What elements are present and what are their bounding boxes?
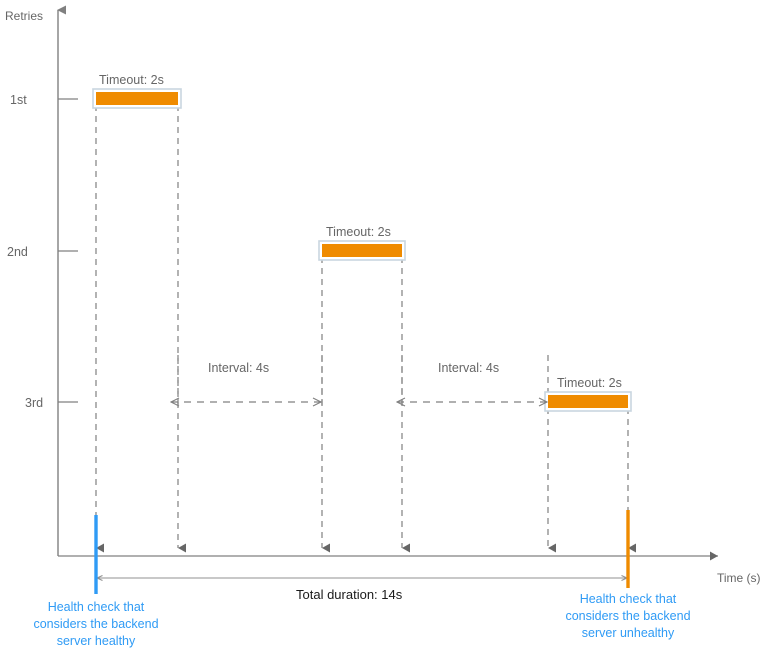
timeout-bar-3-label: Timeout: 2s xyxy=(557,376,622,390)
timeout-bar-3-group[interactable]: Timeout: 2s xyxy=(544,376,632,412)
timeout-bar-2-label: Timeout: 2s xyxy=(326,225,391,239)
y-tick-label-3rd: 3rd xyxy=(25,396,43,410)
timeout-bar-1-label: Timeout: 2s xyxy=(99,73,164,87)
unhealthy-marker-group[interactable]: Health check that considers the backend … xyxy=(565,510,691,640)
drop-lines xyxy=(95,105,636,553)
timeline-svg: Retries Time (s) 1st 2nd 3rd Timeout: 2s xyxy=(5,5,761,648)
healthy-marker-text-line-2: considers the backend xyxy=(33,617,158,631)
healthy-marker-text-line-1: Health check that xyxy=(48,600,145,614)
interval-label-1: Interval: 4s xyxy=(208,361,269,375)
unhealthy-marker-text-line-1: Health check that xyxy=(580,592,677,606)
timeout-bar-2[interactable] xyxy=(322,244,402,257)
timeout-bar-3[interactable] xyxy=(548,395,628,408)
x-axis-label: Time (s) xyxy=(717,571,761,585)
interval-arrow-1-group: Interval: 4s xyxy=(171,361,321,402)
x-axis: Time (s) xyxy=(58,551,761,585)
healthy-marker-group[interactable]: Health check that considers the backend … xyxy=(33,515,159,648)
unhealthy-marker-text-line-2: considers the backend xyxy=(565,609,690,623)
timeout-bar-2-group[interactable]: Timeout: 2s xyxy=(318,225,406,261)
total-duration-label: Total duration: 14s xyxy=(296,587,403,602)
healthy-marker-text-line-3: server healthy xyxy=(57,634,136,648)
y-tick-label-1st: 1st xyxy=(10,93,27,107)
total-duration-group: Total duration: 14s xyxy=(97,578,627,602)
y-axis: Retries xyxy=(5,5,66,556)
y-tick-label-2nd: 2nd xyxy=(7,245,28,259)
timeout-bar-1-group[interactable]: Timeout: 2s xyxy=(92,73,182,109)
y-axis-label: Retries xyxy=(5,9,43,23)
interval-label-2: Interval: 4s xyxy=(438,361,499,375)
health-check-timeline-diagram: Retries Time (s) 1st 2nd 3rd Timeout: 2s xyxy=(0,0,770,653)
unhealthy-marker-text-line-3: server unhealthy xyxy=(582,626,675,640)
interval-arrow-2-group: Interval: 4s xyxy=(397,361,547,402)
timeout-bar-1[interactable] xyxy=(96,92,178,105)
y-axis-ticks: 1st 2nd 3rd xyxy=(7,93,78,410)
